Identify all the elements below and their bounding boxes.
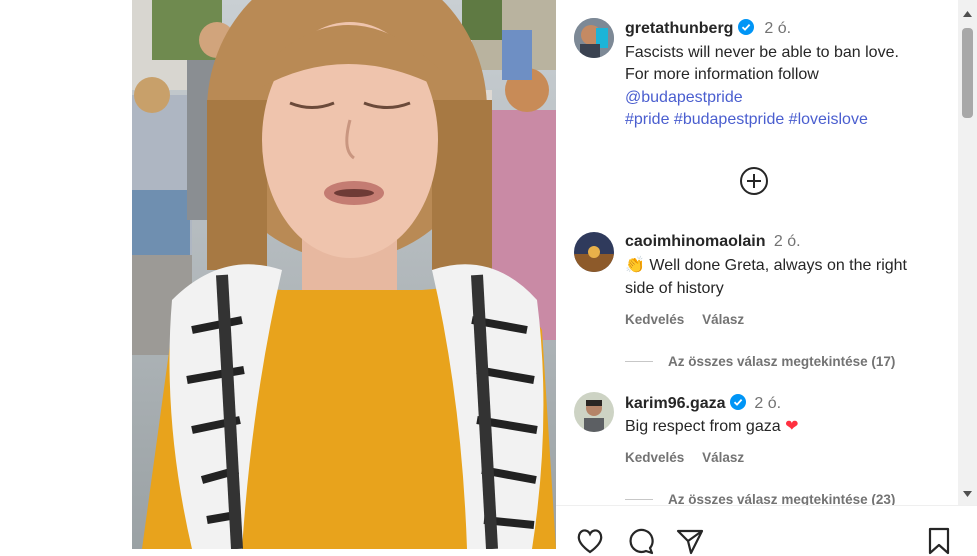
like-comment-button[interactable]: Kedvelés bbox=[625, 312, 684, 327]
commenter-avatar[interactable] bbox=[574, 392, 614, 432]
replies-divider bbox=[625, 499, 653, 500]
caption-line-1: Fascists will never be able to ban love. bbox=[625, 44, 899, 61]
comments-panel: gretathunberg 2 ó. Fascists will never b… bbox=[556, 0, 958, 549]
comment-actions: Kedvelés Válasz bbox=[625, 312, 758, 327]
scrollbar-thumb[interactable] bbox=[962, 28, 973, 118]
comment-text-line-2: side of history bbox=[625, 280, 724, 297]
clapping-icon: 👏 bbox=[625, 257, 645, 274]
comment-time[interactable]: 2 ó. bbox=[754, 395, 781, 412]
mention-link[interactable]: @budapestpride bbox=[625, 87, 743, 109]
like-comment-button[interactable]: Kedvelés bbox=[625, 450, 684, 465]
caption-line-2: For more information follow bbox=[625, 66, 819, 83]
view-replies-button[interactable]: Az összes válasz megtekintése (17) bbox=[668, 354, 895, 369]
author-avatar[interactable] bbox=[574, 18, 614, 58]
reply-button[interactable]: Válasz bbox=[702, 450, 744, 465]
comment-text-line-1: 👏 Well done Greta, always on the right bbox=[625, 255, 907, 277]
reply-button[interactable]: Válasz bbox=[702, 312, 744, 327]
replies-divider bbox=[625, 361, 653, 362]
post-time[interactable]: 2 ó. bbox=[764, 20, 791, 37]
comment-actions: Kedvelés Válasz bbox=[625, 450, 758, 465]
comment-header: karim96.gaza 2 ó. bbox=[625, 394, 781, 415]
post-action-bar bbox=[556, 505, 977, 555]
hashtags-link[interactable]: #pride #budapestpride #loveislove bbox=[625, 109, 868, 131]
post-video[interactable] bbox=[132, 0, 556, 549]
video-frame bbox=[132, 0, 556, 549]
scroll-up-icon[interactable] bbox=[958, 8, 977, 20]
load-more-button[interactable] bbox=[739, 166, 769, 201]
heart-emoji-icon: ❤ bbox=[785, 418, 799, 435]
comment-text: Big respect from gaza bbox=[625, 418, 781, 435]
scrollbar[interactable] bbox=[958, 0, 977, 505]
comment-username[interactable]: karim96.gaza bbox=[625, 395, 726, 412]
scroll-down-icon[interactable] bbox=[958, 488, 977, 500]
comment-icon[interactable] bbox=[625, 526, 655, 556]
heart-icon[interactable] bbox=[575, 526, 605, 556]
commenter-avatar[interactable] bbox=[574, 232, 614, 272]
post-header: gretathunberg 2 ó. bbox=[625, 19, 791, 40]
plus-circle-icon bbox=[740, 167, 768, 195]
comment-header: caoimhinomaolain 2 ó. bbox=[625, 233, 801, 251]
comment-time[interactable]: 2 ó. bbox=[774, 233, 801, 250]
comment-username[interactable]: caoimhinomaolain bbox=[625, 233, 765, 250]
bookmark-icon[interactable] bbox=[924, 526, 954, 556]
comment-text-line: Big respect from gaza ❤ bbox=[625, 416, 798, 438]
author-username[interactable]: gretathunberg bbox=[625, 20, 733, 37]
comment-text: Well done Greta, always on the right bbox=[649, 257, 907, 274]
verified-icon bbox=[737, 19, 754, 40]
verified-icon bbox=[729, 394, 746, 415]
send-icon[interactable] bbox=[675, 526, 705, 556]
